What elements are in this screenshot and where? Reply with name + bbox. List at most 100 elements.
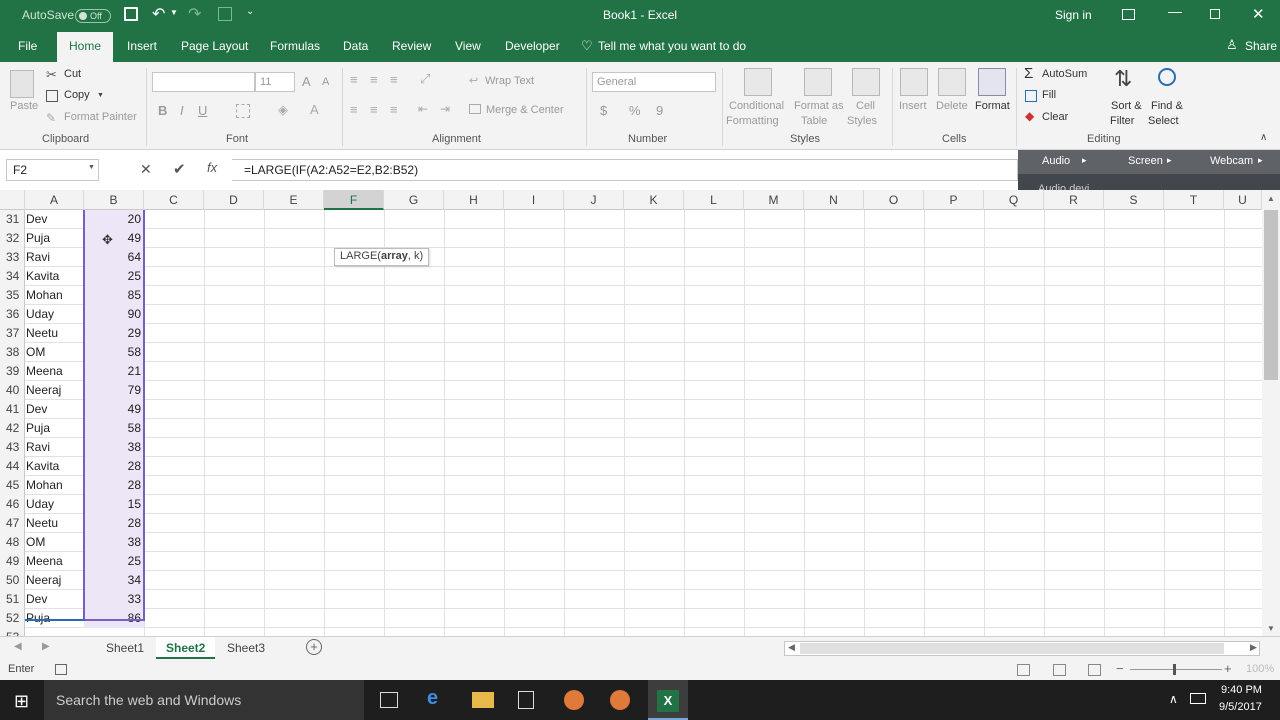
- zoom-in-icon[interactable]: +: [1224, 661, 1232, 676]
- cell-value[interactable]: 20: [84, 210, 144, 229]
- tab-developer[interactable]: Developer: [505, 39, 560, 53]
- autosum-button[interactable]: AutoSum: [1042, 68, 1087, 80]
- task-view-icon[interactable]: [380, 692, 398, 708]
- scroll-up-icon[interactable]: ▲: [1267, 194, 1275, 203]
- borders-icon[interactable]: [236, 104, 250, 118]
- row-header[interactable]: 50: [0, 571, 25, 590]
- conditional-formatting-button-line2[interactable]: Formatting: [726, 115, 779, 127]
- show-hidden-icons[interactable]: ∧: [1169, 692, 1178, 706]
- delete-cells-button[interactable]: Delete: [936, 100, 968, 112]
- name-box-dropdown-icon[interactable]: ▼: [88, 164, 95, 171]
- horizontal-scroll-thumb[interactable]: [800, 643, 1224, 654]
- sheet-tab-sheet1[interactable]: Sheet1: [106, 641, 144, 655]
- recorder-app-icon-2[interactable]: [610, 690, 630, 710]
- cell-name[interactable]: Meena: [25, 362, 84, 381]
- share-button[interactable]: Share: [1245, 39, 1277, 53]
- tab-view[interactable]: View: [455, 39, 481, 53]
- network-icon[interactable]: [1190, 693, 1206, 704]
- cell-value[interactable]: 58: [84, 343, 144, 362]
- bold-button[interactable]: B: [158, 103, 167, 118]
- increase-indent-icon[interactable]: ⇥: [440, 102, 450, 116]
- row-header[interactable]: 48: [0, 533, 25, 552]
- file-explorer-icon[interactable]: [472, 692, 494, 708]
- column-header[interactable]: J: [564, 190, 624, 210]
- cell-value[interactable]: 38: [84, 533, 144, 552]
- sort-filter-button-line2[interactable]: Filter: [1110, 115, 1134, 127]
- save-icon[interactable]: [124, 7, 138, 21]
- cell-name[interactable]: Dev: [25, 400, 84, 419]
- cell-value[interactable]: 28: [84, 457, 144, 476]
- row-header[interactable]: 43: [0, 438, 25, 457]
- row-header[interactable]: 52: [0, 609, 25, 628]
- webcam-menu[interactable]: Webcam: [1210, 155, 1253, 167]
- cell-value[interactable]: 49: [84, 229, 144, 248]
- edge-browser-icon[interactable]: e: [427, 687, 438, 710]
- cell-name[interactable]: Uday: [25, 495, 84, 514]
- cell-value[interactable]: 34: [84, 571, 144, 590]
- merge-center-button[interactable]: Merge & Center: [486, 104, 564, 116]
- page-break-view-icon[interactable]: [1088, 664, 1101, 676]
- row-header[interactable]: 51: [0, 590, 25, 609]
- align-left-icon[interactable]: ≡: [350, 102, 358, 117]
- column-header[interactable]: B: [84, 190, 144, 210]
- tell-me-search[interactable]: Tell me what you want to do: [598, 39, 746, 53]
- row-header[interactable]: 47: [0, 514, 25, 533]
- zoom-slider[interactable]: [1130, 669, 1222, 670]
- align-top-icon[interactable]: ≡: [350, 72, 358, 87]
- zoom-level[interactable]: 100%: [1246, 663, 1274, 675]
- close-icon[interactable]: ✕: [1252, 5, 1265, 23]
- column-header[interactable]: K: [624, 190, 684, 210]
- grow-font-button[interactable]: A: [302, 74, 311, 89]
- vertical-scroll-thumb[interactable]: [1264, 210, 1278, 380]
- cell-value[interactable]: 21: [84, 362, 144, 381]
- underline-button[interactable]: U: [198, 103, 207, 118]
- row-header[interactable]: 39: [0, 362, 25, 381]
- undo-icon[interactable]: ↶: [152, 4, 165, 24]
- macro-record-icon[interactable]: [55, 664, 67, 675]
- row-header[interactable]: 53: [0, 628, 25, 636]
- vertical-scrollbar[interactable]: ▲ ▼: [1262, 190, 1280, 636]
- normal-view-icon[interactable]: [1017, 664, 1030, 676]
- column-header[interactable]: D: [204, 190, 264, 210]
- column-header[interactable]: R: [1044, 190, 1104, 210]
- paste-icon[interactable]: [10, 70, 34, 98]
- formula-input[interactable]: =LARGE(IF(A2:A52=E2,B2:B52): [232, 159, 1018, 181]
- cell-value[interactable]: 58: [84, 419, 144, 438]
- sheet-tab-sheet3[interactable]: Sheet3: [227, 641, 265, 655]
- zoom-slider-thumb[interactable]: [1173, 664, 1176, 675]
- tab-formulas[interactable]: Formulas: [270, 39, 320, 53]
- autosave-toggle[interactable]: Off: [75, 9, 111, 23]
- cell-value[interactable]: 49: [84, 400, 144, 419]
- cell-name[interactable]: OM: [25, 343, 84, 362]
- column-header[interactable]: L: [684, 190, 744, 210]
- italic-button[interactable]: I: [180, 103, 184, 118]
- undo-dropdown-icon[interactable]: ▼: [170, 8, 178, 17]
- align-middle-icon[interactable]: ≡: [370, 72, 378, 87]
- column-header[interactable]: T: [1164, 190, 1224, 210]
- column-header[interactable]: A: [25, 190, 84, 210]
- insert-cells-button[interactable]: Insert: [899, 100, 927, 112]
- cell-name[interactable]: Kavita: [25, 457, 84, 476]
- customize-qat-icon[interactable]: ⌄: [246, 6, 254, 17]
- cell-styles-button-line2[interactable]: Styles: [847, 115, 877, 127]
- cell-name[interactable]: Uday: [25, 305, 84, 324]
- cell-value[interactable]: 33: [84, 590, 144, 609]
- collapse-ribbon-icon[interactable]: ∧: [1260, 132, 1267, 143]
- percent-button[interactable]: %: [629, 103, 641, 118]
- cell-name[interactable]: Dev: [25, 210, 84, 229]
- row-header[interactable]: 38: [0, 343, 25, 362]
- screen-menu[interactable]: Screen: [1128, 155, 1163, 167]
- taskbar-date[interactable]: 9/5/2017: [1219, 701, 1262, 713]
- row-header[interactable]: 42: [0, 419, 25, 438]
- cell-name[interactable]: OM: [25, 533, 84, 552]
- cell-name[interactable]: Neeraj: [25, 381, 84, 400]
- cell-name[interactable]: Mohan: [25, 286, 84, 305]
- row-header[interactable]: 46: [0, 495, 25, 514]
- column-header[interactable]: E: [264, 190, 324, 210]
- cell-value[interactable]: 90: [84, 305, 144, 324]
- cell-value[interactable]: 28: [84, 514, 144, 533]
- cell-name[interactable]: Neetu: [25, 324, 84, 343]
- insert-function-icon[interactable]: fx: [207, 160, 217, 175]
- form-icon[interactable]: [218, 7, 232, 21]
- cell-value[interactable]: 38: [84, 438, 144, 457]
